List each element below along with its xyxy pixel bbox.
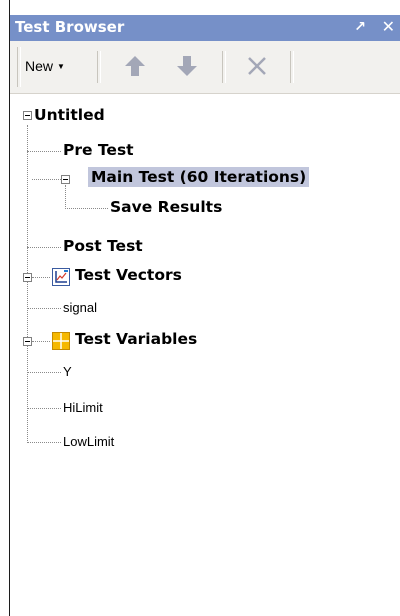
chart-icon <box>52 268 70 286</box>
tree-connector <box>27 372 61 373</box>
collapse-toggle[interactable] <box>23 111 32 120</box>
tree-node-untitled[interactable]: Untitled <box>34 106 105 124</box>
new-button-label: New <box>25 58 54 74</box>
tree-connector <box>27 282 28 341</box>
tree-node-lowlimit[interactable]: LowLimit <box>63 434 114 449</box>
collapse-toggle[interactable] <box>23 337 32 346</box>
tree-node-hilimit[interactable]: HiLimit <box>63 400 103 415</box>
collapse-toggle[interactable] <box>23 273 32 282</box>
pin-icon[interactable]: ↗ <box>354 19 366 35</box>
collapse-toggle[interactable] <box>61 175 70 184</box>
tree-node-signal[interactable]: signal <box>63 300 97 315</box>
toolbar: New ▼ <box>10 41 400 94</box>
tree-connector <box>32 179 61 180</box>
close-icon[interactable]: ✕ <box>382 17 395 36</box>
tree-connector <box>27 408 61 409</box>
toolbar-separator <box>290 51 294 83</box>
move-up-icon[interactable] <box>120 51 150 81</box>
move-down-icon[interactable] <box>172 51 202 81</box>
dropdown-arrow-icon: ▼ <box>57 61 65 71</box>
tree-node-test-vectors[interactable]: Test Vectors <box>75 266 182 284</box>
tree-connector <box>27 308 61 309</box>
tree-connector <box>27 247 61 248</box>
window-edge <box>0 0 10 616</box>
tree-connector <box>32 277 50 278</box>
toolbar-separator <box>97 51 101 83</box>
panel-titlebar: Test Browser ↗ ✕ <box>10 14 400 41</box>
tree-node-main-test[interactable]: Main Test (60 Iterations) <box>88 167 310 187</box>
panel-title: Test Browser <box>15 18 125 36</box>
tree-node-test-variables[interactable]: Test Variables <box>75 330 197 348</box>
new-button[interactable]: New ▼ <box>25 53 65 79</box>
tree-connector <box>27 442 61 443</box>
tree-node-y[interactable]: Y <box>63 364 72 379</box>
test-tree: Untitled Pre Test Main Test (60 Iteratio… <box>10 94 400 616</box>
delete-icon[interactable] <box>242 51 272 81</box>
toolbar-grip[interactable] <box>17 47 21 87</box>
tree-connector <box>27 151 61 152</box>
grid-icon <box>52 332 70 350</box>
tree-connector <box>65 185 66 209</box>
tree-connector <box>27 125 28 273</box>
test-browser-panel: Test Browser ↗ ✕ New ▼ Untitled Pre Test… <box>0 0 400 616</box>
tree-connector <box>27 346 28 443</box>
tree-connector <box>65 208 108 209</box>
toolbar-separator <box>222 51 226 83</box>
tree-connector <box>32 341 50 342</box>
tree-node-post-test[interactable]: Post Test <box>63 237 143 255</box>
tree-node-pre-test[interactable]: Pre Test <box>63 141 134 159</box>
tree-node-save-results[interactable]: Save Results <box>110 198 222 216</box>
